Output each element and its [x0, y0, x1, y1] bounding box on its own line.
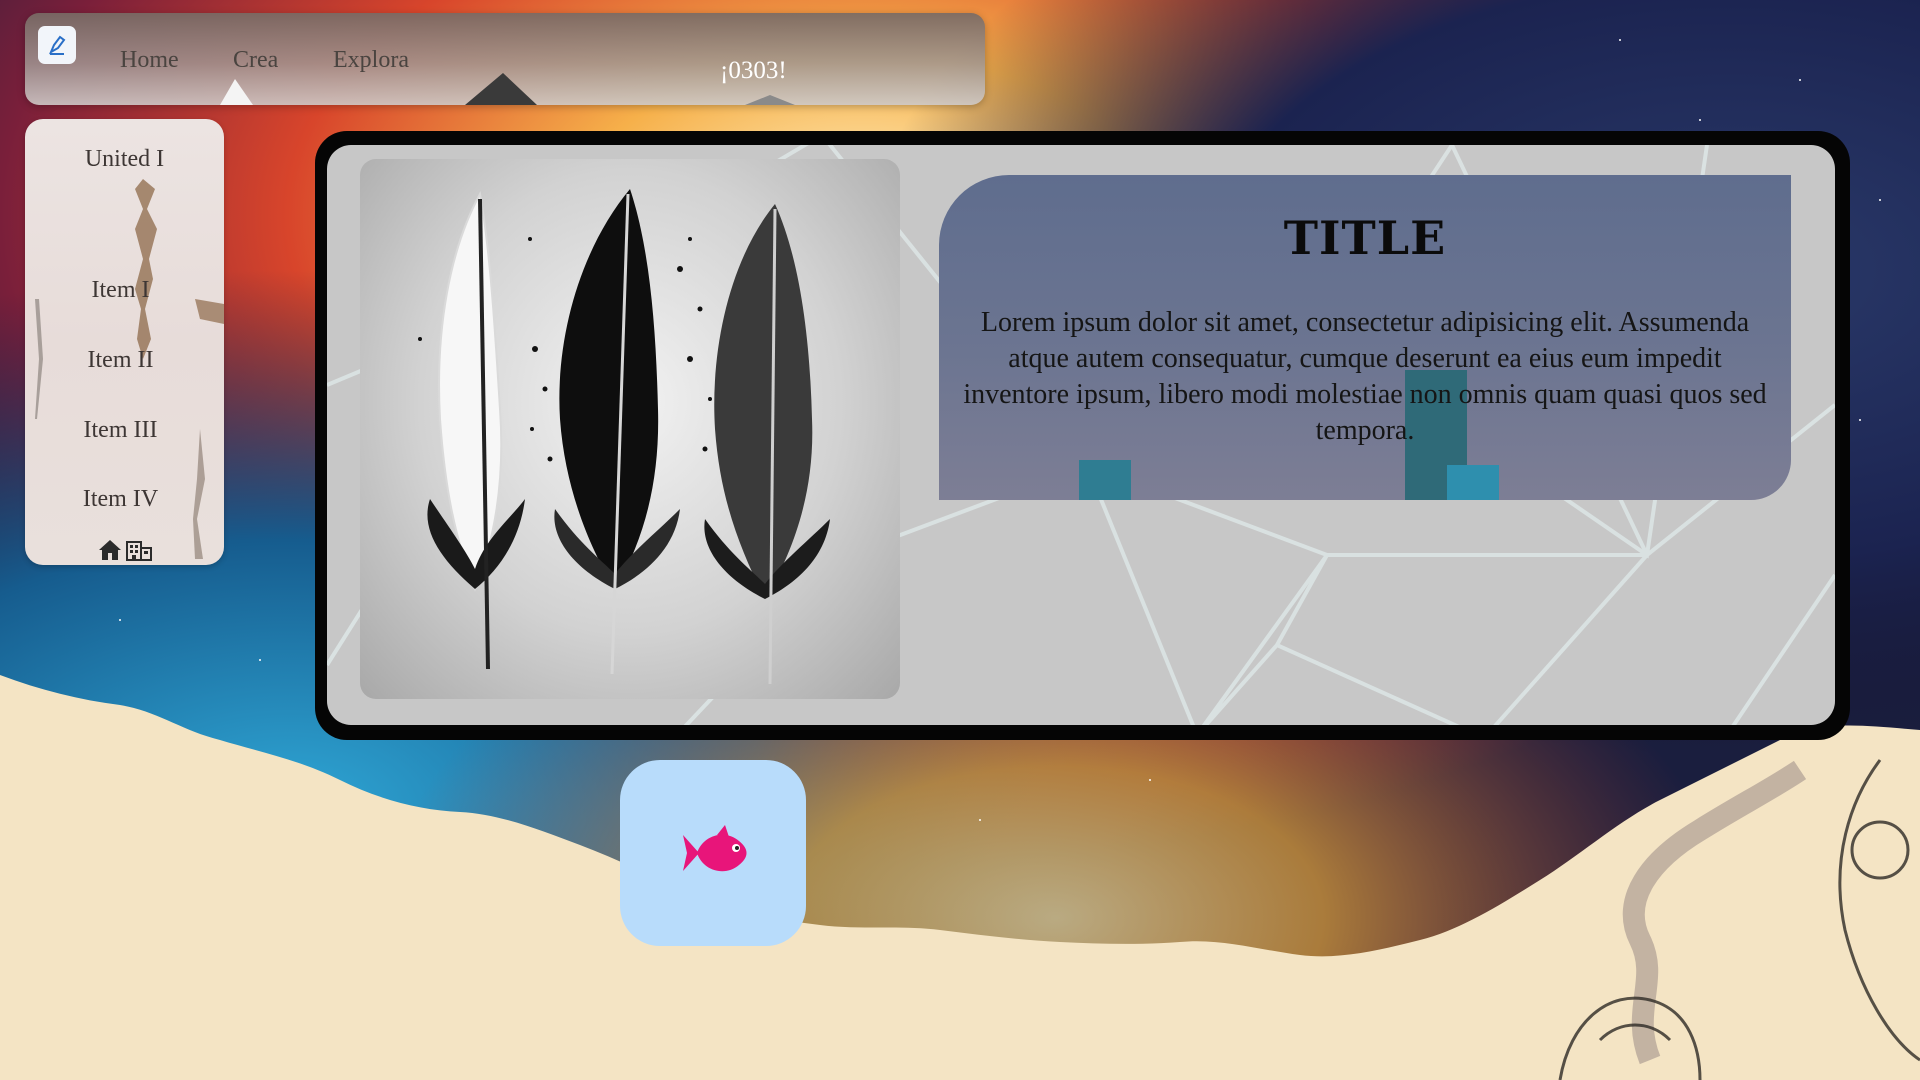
- nav-crea-link[interactable]: Crea: [233, 47, 278, 74]
- feathers-illustration: [418, 189, 830, 685]
- text-panel: TITLE Lorem ipsum dolor sit amet, consec…: [939, 175, 1791, 500]
- sidebar-title: United I: [84, 146, 165, 172]
- fish-button[interactable]: [620, 760, 806, 946]
- pen-icon: [48, 35, 66, 55]
- sidebar-item-1[interactable]: Item I: [25, 277, 220, 304]
- sidebar-icons: [98, 539, 152, 561]
- nav-explora-link[interactable]: Explora: [333, 47, 409, 74]
- sidebar-item-3[interactable]: Item III: [25, 417, 220, 444]
- fish-icon: [683, 825, 747, 872]
- building-icon[interactable]: [126, 539, 152, 561]
- sidebar: United I Item I Item II Item III Item IV: [25, 119, 224, 565]
- nav-home-link[interactable]: Home: [120, 47, 179, 74]
- feathers-image: [360, 159, 900, 699]
- card-body-text: Lorem ipsum dolor sit amet, consectetur …: [963, 307, 1767, 446]
- sidebar-item-4[interactable]: Item IV: [25, 486, 220, 513]
- card-title: TITLE: [1283, 211, 1447, 265]
- home-icon[interactable]: [98, 539, 122, 561]
- content-card: TITLE Lorem ipsum dolor sit amet, consec…: [327, 145, 1835, 725]
- logo-button[interactable]: [38, 26, 76, 64]
- top-navigation-bar: Home Crea Explora ¡0303!: [25, 13, 985, 105]
- sidebar-item-2[interactable]: Item II: [25, 347, 220, 374]
- page-title: ¡0303!: [720, 57, 787, 84]
